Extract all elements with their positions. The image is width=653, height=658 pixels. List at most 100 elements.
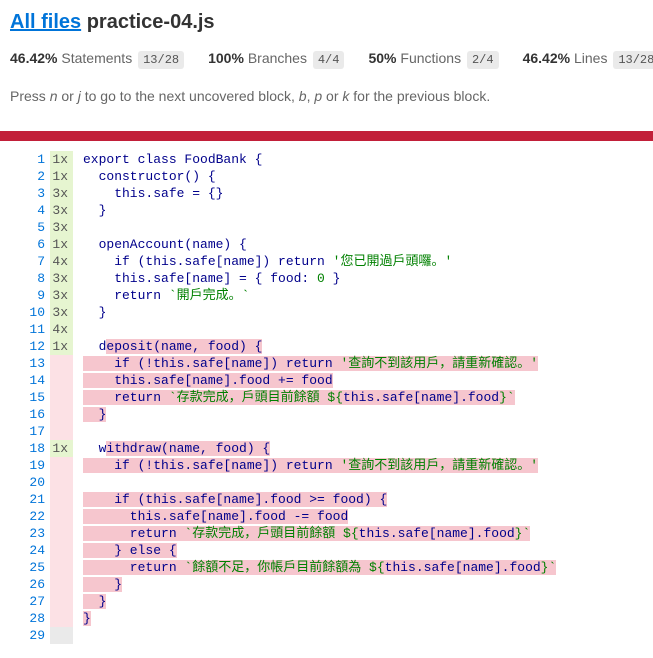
code-token: `存款完成，戶頭目前餘額 ${	[168, 390, 344, 405]
code-line: } else {	[83, 542, 556, 559]
code-token: `開戶完成。`	[168, 288, 250, 303]
line-number-link[interactable]: 29	[29, 628, 45, 643]
line-number-link[interactable]: 22	[29, 509, 45, 524]
code-token: '您已開過戶頭囉。'	[332, 254, 453, 269]
hit-count: 3x	[50, 270, 73, 287]
hit-count: 1x	[50, 168, 73, 185]
code-token: export class FoodBank {	[83, 152, 263, 167]
code-token: if (!this.safe[name]) return	[83, 356, 341, 371]
line-number-link[interactable]: 13	[29, 356, 45, 371]
keyboard-hint: Press n or j to go to the next uncovered…	[10, 88, 491, 104]
lines-pct: 46.42%	[522, 49, 571, 66]
line-number-link[interactable]: 7	[37, 254, 45, 269]
code-token: }	[83, 577, 123, 592]
hit-count: 1x	[50, 151, 73, 168]
hit-count: 4x	[50, 253, 73, 270]
line-number-link[interactable]: 12	[29, 339, 45, 354]
code-token: 0	[317, 271, 325, 286]
line-number-link[interactable]: 4	[37, 203, 45, 218]
code-token: }	[83, 611, 91, 626]
functions-fraction: 2/4	[466, 50, 499, 69]
code-line: constructor() {	[83, 168, 556, 185]
hit-count	[50, 593, 73, 610]
hit-count	[50, 474, 73, 491]
code-token: }`	[499, 390, 515, 405]
hit-count: 3x	[50, 287, 73, 304]
code-line: }	[83, 576, 556, 593]
code-token: }`	[540, 560, 557, 575]
line-number-link[interactable]: 6	[37, 237, 45, 252]
code-token: } else {	[83, 543, 177, 558]
line-number-link[interactable]: 2	[37, 169, 45, 184]
code-token: ithdraw(name, food) {	[106, 441, 271, 456]
code-token: }	[83, 594, 107, 609]
line-number-link[interactable]: 27	[29, 594, 45, 609]
line-number-link[interactable]: 26	[29, 577, 45, 592]
code-token: if (this.safe[name].food >= food) {	[83, 492, 388, 507]
line-number-link[interactable]: 21	[29, 492, 45, 507]
functions-pct: 50%	[368, 49, 397, 66]
line-number-link[interactable]: 23	[29, 526, 45, 541]
code-line: deposit(name, food) {	[83, 338, 556, 355]
line-number-link[interactable]: 11	[29, 322, 45, 337]
code-token: }	[83, 407, 107, 422]
hit-count: 3x	[50, 202, 73, 219]
line-number-link[interactable]: 10	[29, 305, 45, 320]
line-number-link[interactable]: 5	[37, 220, 45, 235]
line-number-link[interactable]: 19	[29, 458, 45, 473]
line-number-link[interactable]: 25	[29, 560, 45, 575]
code-line: }	[83, 593, 556, 610]
branches-label: Branches	[247, 49, 307, 66]
line-number-link[interactable]: 1	[37, 152, 45, 167]
functions-label: Functions	[400, 49, 462, 66]
line-number-link[interactable]: 14	[29, 373, 45, 388]
line-number-link[interactable]: 24	[29, 543, 45, 558]
line-number-link[interactable]: 20	[29, 475, 45, 490]
line-number-link[interactable]: 16	[29, 407, 45, 422]
hit-count: 3x	[50, 185, 73, 202]
line-number-link[interactable]: 18	[29, 441, 45, 456]
branches-pct: 100%	[208, 49, 244, 66]
code-line: this.safe = {}	[83, 185, 556, 202]
hit-count	[50, 406, 73, 423]
code-line: export class FoodBank {	[83, 151, 556, 168]
code-token: this.safe[name].food += food	[83, 373, 333, 388]
hit-count	[50, 525, 73, 542]
hit-count: 1x	[50, 338, 73, 355]
hit-count	[50, 372, 73, 389]
statements-metric: 46.42% Statements 13/28	[10, 49, 185, 69]
code-line: }	[83, 406, 556, 423]
code-token: this.safe[name].food -= food	[83, 509, 349, 524]
line-number-link[interactable]: 17	[29, 424, 45, 439]
hit-count	[50, 542, 73, 559]
code-line: }	[83, 202, 556, 219]
statements-pct: 46.42%	[10, 49, 58, 66]
statements-label: Statements	[61, 49, 133, 66]
functions-metric: 50% Functions 2/4	[368, 49, 499, 69]
line-number-link[interactable]: 8	[37, 271, 45, 286]
branches-fraction: 4/4	[312, 50, 345, 69]
line-number-link[interactable]: 3	[37, 186, 45, 201]
hit-count	[50, 576, 73, 593]
line-number-link[interactable]: 15	[29, 390, 45, 405]
code-token: openAccount(name) {	[83, 237, 247, 252]
page-title: All files practice-04.js	[10, 0, 643, 38]
line-number-link[interactable]: 9	[37, 288, 45, 303]
all-files-link[interactable]: All files	[10, 11, 81, 33]
coverage-summary: 46.42% Statements 13/28 100% Branches 4/…	[10, 46, 653, 72]
code-token: return	[83, 390, 169, 405]
code-line: if (this.safe[name]) return '您已開過戶頭囉。'	[83, 253, 556, 270]
lines-label: Lines	[573, 49, 608, 66]
coverage-status-bar	[0, 131, 653, 141]
line-number-link[interactable]: 28	[29, 611, 45, 626]
code-token: this.safe[name].food	[343, 390, 500, 405]
code-line: this.safe[name].food -= food	[83, 508, 556, 525]
code-line: if (!this.safe[name]) return '查詢不到該用戶，請重…	[83, 457, 556, 474]
hit-count	[50, 559, 73, 576]
file-name: practice-04.js	[86, 11, 215, 33]
hit-count	[50, 423, 73, 440]
code-token: `餘額不足，你帳戶目前餘額為 ${	[184, 560, 385, 575]
code-line: return `存款完成，戶頭目前餘額 ${this.safe[name].fo…	[83, 525, 556, 542]
line-numbers: 1 2 3 4 5 6 7 8 9 10 11 12 13 14 15 16 17 18 19 20 21 22 23 24 2…	[10, 151, 50, 644]
